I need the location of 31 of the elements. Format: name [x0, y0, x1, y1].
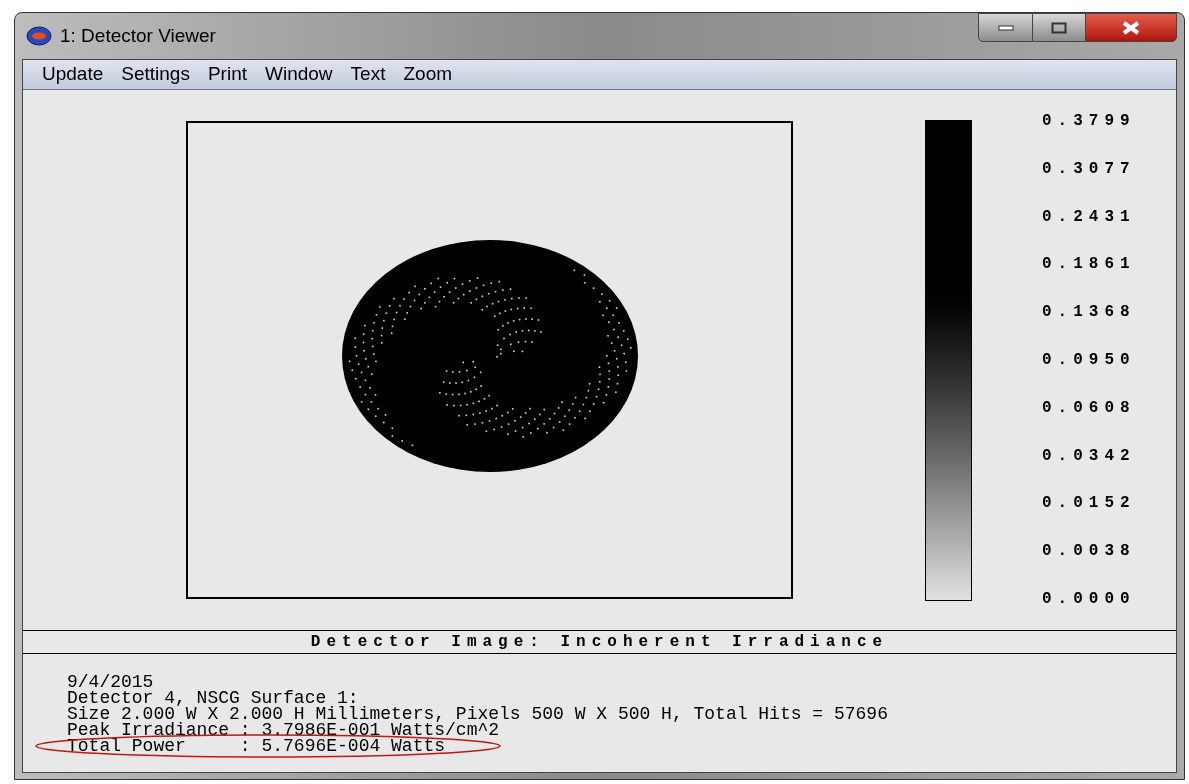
- maximize-button[interactable]: [1033, 13, 1085, 42]
- close-button[interactable]: [1085, 13, 1177, 42]
- scale-label: 0.3799: [1042, 111, 1136, 131]
- menu-item[interactable]: Update: [35, 60, 111, 89]
- scale-label: 0.1368: [1042, 302, 1136, 323]
- info-line: Size 2.000 W X 2.000 H Millimeters, Pixels 500 W X 500 H, Total Hits = 57696: [67, 706, 889, 722]
- scale-label: 0.2431: [1042, 206, 1136, 227]
- scale-label: 0.0342: [1042, 445, 1136, 466]
- scale-label: 0.0000: [1042, 588, 1136, 609]
- scale-label: 0.0608: [1042, 397, 1136, 418]
- scale-label: 0.0152: [1042, 493, 1136, 514]
- scale-label: 0.0950: [1042, 350, 1136, 370]
- scale-label: 0.1861: [1042, 254, 1136, 275]
- scale-label: 0.0038: [1042, 541, 1136, 562]
- close-icon: [1122, 20, 1140, 35]
- menu-item[interactable]: Zoom: [396, 60, 460, 89]
- scale-label: 0.3077: [1042, 158, 1136, 179]
- window-title: 1: Detector Viewer: [60, 23, 216, 48]
- menu-item[interactable]: Settings: [114, 60, 197, 89]
- maximize-icon: [1051, 21, 1067, 34]
- menu-item[interactable]: Print: [200, 60, 254, 89]
- info-line: Peak Irradiance : 3.7986E-001 Watts/cm^2: [67, 722, 501, 738]
- info-line: Detector 4, NSCG Surface 1:: [67, 690, 359, 706]
- info-line: 9/4/2015: [67, 674, 155, 690]
- app-logo-icon: [26, 26, 52, 46]
- menu-item[interactable]: Text: [343, 60, 393, 89]
- minimize-icon: [997, 24, 1014, 31]
- minimize-button[interactable]: [978, 13, 1033, 42]
- info-line: Total Power : 5.7696E-004 Watts: [67, 738, 447, 754]
- menu-item[interactable]: Window: [258, 60, 340, 89]
- image-caption: Detector Image: Incoherent Irradiance: [310, 632, 889, 653]
